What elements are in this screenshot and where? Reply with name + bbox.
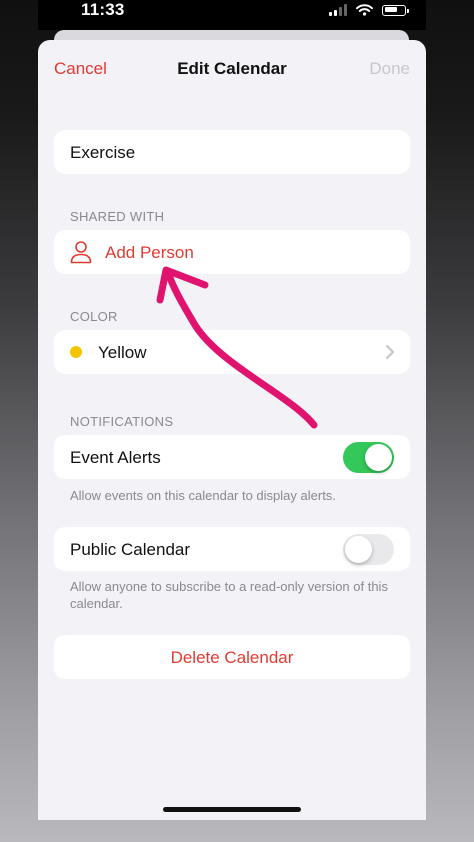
annotation-arrow	[156, 266, 318, 429]
